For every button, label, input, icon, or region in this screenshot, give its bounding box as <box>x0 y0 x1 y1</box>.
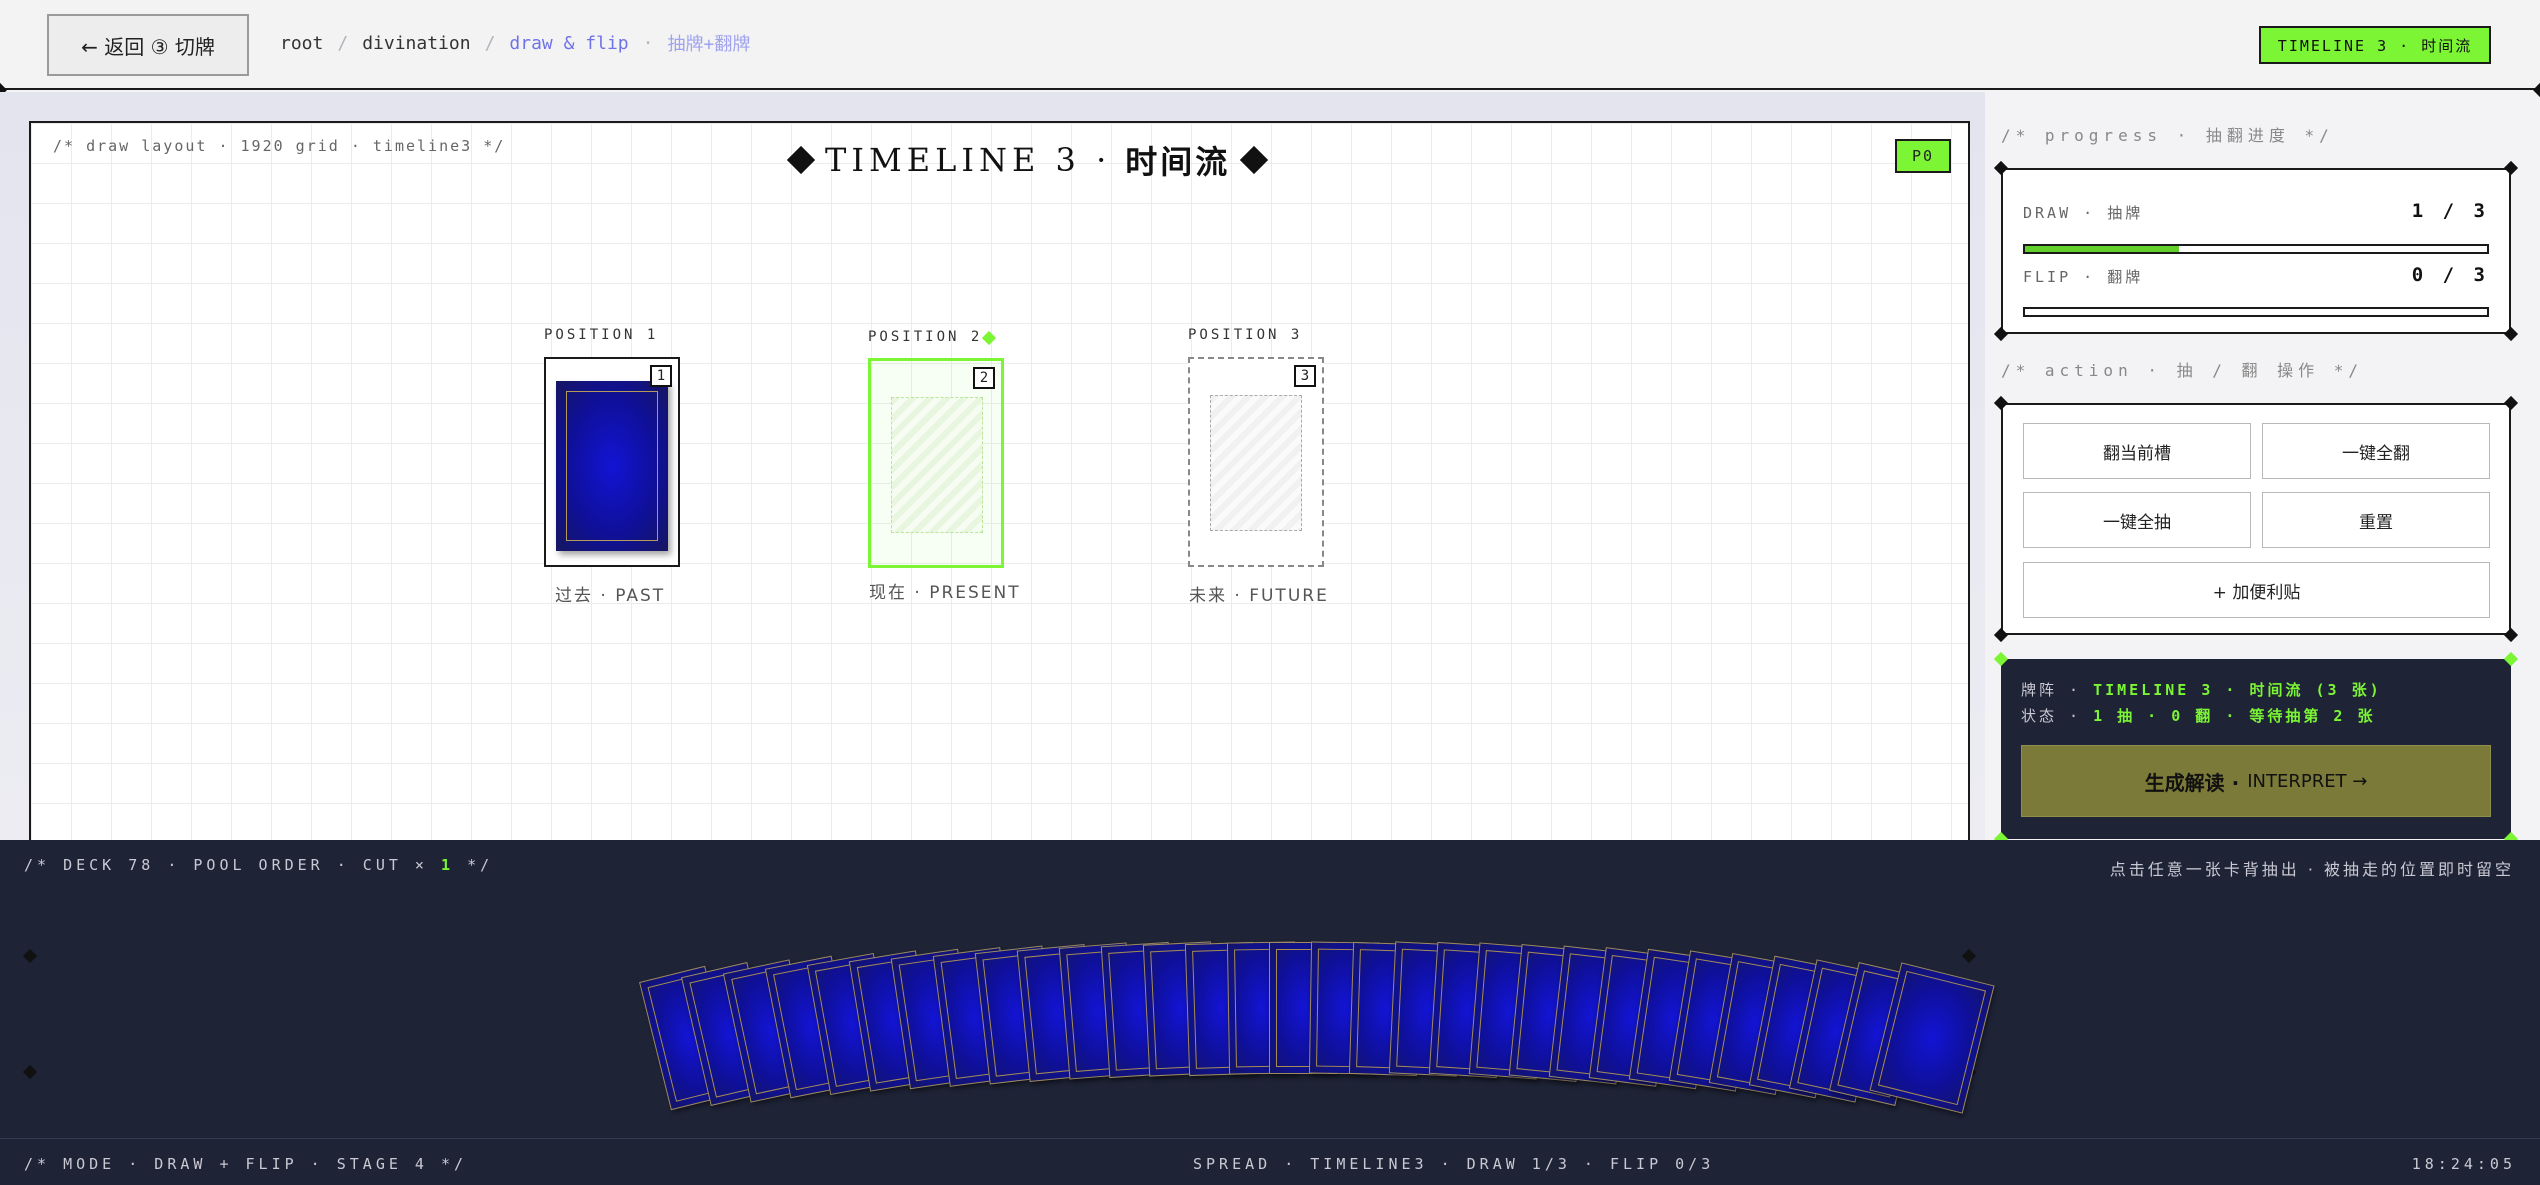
state-status-value: 1 抽 · 0 翻 · 等待抽第 2 张 <box>2093 707 2376 725</box>
card-placeholder <box>891 397 983 533</box>
status-footer: /* MODE · DRAW + FLIP · STAGE 4 */ SPREA… <box>0 1138 2540 1185</box>
card-back[interactable] <box>556 381 668 551</box>
footer-mode: /* MODE · DRAW + FLIP · STAGE 4 */ <box>24 1155 468 1173</box>
flip-all-button[interactable]: 一键全翻 <box>2262 423 2490 479</box>
flip-progress-row: FLIP · 翻牌 0 / 3 <box>2023 264 2489 287</box>
deck-hint: 点击任意一张卡背抽出 · 被抽走的位置即时留空 <box>2109 860 2514 879</box>
back-button[interactable]: ← 返回 ③ 切牌 <box>47 14 249 76</box>
slot-3-caption: 未来 · FUTURE <box>1189 586 1329 606</box>
flip-progress-bar <box>2023 307 2489 317</box>
crumb-separator: / <box>484 32 496 54</box>
deck-corner-diamond <box>22 948 38 964</box>
slot-3-label: POSITION 3 <box>1188 327 1303 343</box>
top-bar: ← 返回 ③ 切牌 root / divination / draw & fli… <box>0 0 2540 90</box>
deck-corner-diamond <box>22 1064 38 1080</box>
crumb-draw-flip[interactable]: draw & flip <box>509 33 628 54</box>
draw-progress-bar <box>2023 244 2489 254</box>
slot-number: 3 <box>1294 365 1316 387</box>
add-note-button[interactable]: + 加便利贴 <box>2023 562 2490 618</box>
slot-2-caption: 现在 · PRESENT <box>869 583 1021 603</box>
cut-count: 1 <box>441 856 455 874</box>
page-badge: P0 <box>1895 139 1951 173</box>
action-panel: 翻当前槽 一键全翻 一键全抽 重置 + 加便利贴 <box>2001 403 2511 635</box>
crumb-divination[interactable]: divination <box>362 33 470 54</box>
slot-2-label: POSITION 2 <box>868 329 983 345</box>
footer-spread: SPREAD · TIMELINE3 · DRAW 1/3 · FLIP 0/3 <box>1193 1155 1715 1173</box>
diamond-icon <box>786 145 816 175</box>
draw-state-status: 状态 · 1 抽 · 0 翻 · 等待抽第 2 张 <box>2021 705 2376 726</box>
interpret-button-cn: 生成解读 · <box>2144 770 2240 795</box>
deck-comment-prefix: /* DECK 78 · POOL ORDER · CUT × <box>24 856 428 874</box>
status-panel: 牌阵 · TIMELINE 3 · 时间流 (3 张) 状态 · 1 抽 · 0… <box>2001 659 2511 839</box>
slot-1[interactable]: 1 <box>544 357 680 567</box>
deck-comment: /* DECK 78 · POOL ORDER · CUT × 1 */ <box>24 856 493 874</box>
action-comment: /* action · 抽 / 翻 操作 */ <box>2001 361 2364 380</box>
spread-status: 牌阵 · TIMELINE 3 · 时间流 (3 张) <box>2021 679 2382 700</box>
board-comment: /* draw layout · 1920 grid · timeline3 *… <box>53 137 506 155</box>
spread-status-key: 牌阵 · <box>2021 681 2082 699</box>
progress-panel: DRAW · 抽牌 1 / 3 FLIP · 翻牌 0 / 3 <box>2001 168 2511 334</box>
spread-board: /* draw layout · 1920 grid · timeline3 *… <box>29 121 1970 841</box>
spread-title-cn: 时间流 <box>1125 143 1231 181</box>
slot-number: 1 <box>650 365 672 387</box>
deck-comment-suffix: */ <box>467 856 494 874</box>
crumb-separator: · <box>642 32 654 54</box>
deck-area: /* DECK 78 · POOL ORDER · CUT × 1 */ 点击任… <box>0 840 2540 1138</box>
crumb-draw-flip-cn: 抽牌+翻牌 <box>667 34 751 55</box>
progress-comment: /* progress · 抽翻进度 */ <box>2001 126 2334 145</box>
draw-all-button[interactable]: 一键全抽 <box>2023 492 2251 548</box>
spread-status-value: TIMELINE 3 · 时间流 (3 张) <box>2093 681 2382 699</box>
draw-progress-value: 1 / 3 <box>2411 200 2489 222</box>
interpret-button-en: INTERPRET → <box>2247 770 2368 792</box>
interpret-button[interactable]: 生成解读 · INTERPRET → <box>2021 745 2491 817</box>
slot-3[interactable]: 3 <box>1188 357 1324 567</box>
card-placeholder <box>1210 395 1302 531</box>
breadcrumb: root / divination / draw & flip · 抽牌+翻牌 <box>280 30 750 56</box>
flip-current-button[interactable]: 翻当前槽 <box>2023 423 2251 479</box>
spread-title-en: TIMELINE 3 · <box>825 141 1112 179</box>
crumb-separator: / <box>337 32 349 54</box>
active-slot-marker-icon <box>981 330 997 346</box>
draw-progress-fill <box>2025 246 2179 252</box>
flip-progress-value: 0 / 3 <box>2411 264 2489 286</box>
crumb-root[interactable]: root <box>280 33 323 54</box>
state-status-key: 状态 · <box>2021 707 2082 725</box>
slot-number: 2 <box>973 367 995 389</box>
slot-1-label: POSITION 1 <box>544 327 659 343</box>
draw-progress-row: DRAW · 抽牌 1 / 3 <box>2023 200 2489 223</box>
deck-corner-diamond <box>1961 948 1977 964</box>
footer-clock: 18:24:05 <box>2411 1155 2516 1173</box>
slot-2[interactable]: 2 <box>868 358 1004 568</box>
reset-button[interactable]: 重置 <box>2262 492 2490 548</box>
diamond-icon <box>1240 145 1269 175</box>
draw-progress-label: DRAW · 抽牌 <box>2023 204 2144 222</box>
flip-progress-label: FLIP · 翻牌 <box>2023 268 2144 286</box>
spread-badge: TIMELINE 3 · 时间流 <box>2259 26 2491 64</box>
slot-1-caption: 过去 · PAST <box>555 586 666 606</box>
spread-title: TIMELINE 3 · 时间流 <box>786 137 1269 183</box>
